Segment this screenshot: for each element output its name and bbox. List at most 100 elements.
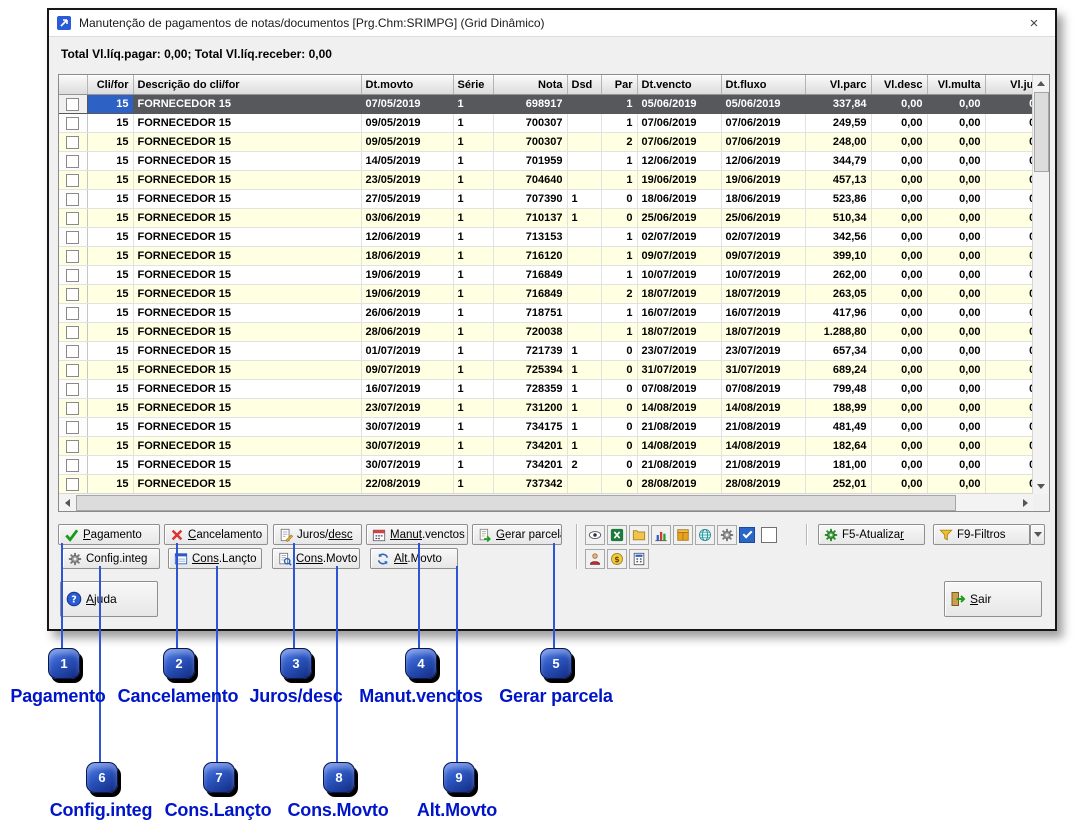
row-checkbox[interactable]: [66, 440, 79, 453]
cell-check[interactable]: [59, 152, 87, 171]
user-button[interactable]: [585, 549, 605, 569]
cell-vl_multa[interactable]: 0,00: [927, 361, 985, 380]
cell-par[interactable]: 1: [601, 266, 637, 285]
cell-dt_fluxo[interactable]: 16/07/2019: [721, 304, 805, 323]
cell-nota[interactable]: 728359: [493, 380, 567, 399]
cell-par[interactable]: 0: [601, 361, 637, 380]
cell-descricao_cli_for[interactable]: FORNECEDOR 15: [133, 456, 361, 475]
cell-vl_parc[interactable]: 252,01: [805, 475, 871, 494]
cell-check[interactable]: [59, 114, 87, 133]
cell-dt_fluxo[interactable]: 28/08/2019: [721, 475, 805, 494]
cons-movto-button[interactable]: Cons.Movto: [272, 548, 360, 569]
cell-vl_parc[interactable]: 263,05: [805, 285, 871, 304]
cell-vl_desc[interactable]: 0,00: [871, 266, 927, 285]
alt-movto-button[interactable]: Alt.Movto: [370, 548, 458, 569]
cell-vl_desc[interactable]: 0,00: [871, 171, 927, 190]
cell-par[interactable]: 0: [601, 342, 637, 361]
cell-dt_movto[interactable]: 19/06/2019: [361, 285, 453, 304]
cell-cli_for[interactable]: 15: [87, 285, 133, 304]
cell-vl_multa[interactable]: 0,00: [927, 342, 985, 361]
cell-dt_movto[interactable]: 12/06/2019: [361, 228, 453, 247]
juros-desc-button[interactable]: Juros/desc: [273, 524, 362, 545]
scroll-down-button[interactable]: [1033, 478, 1049, 494]
row-checkbox[interactable]: [66, 364, 79, 377]
sair-button[interactable]: Sair: [944, 581, 1042, 617]
cell-vl_multa[interactable]: 0,00: [927, 437, 985, 456]
grid-row[interactable]: 15FORNECEDOR 1530/07/201917342012021/08/…: [59, 456, 1050, 475]
cell-dt_movto[interactable]: 09/05/2019: [361, 133, 453, 152]
cell-dsd[interactable]: [567, 266, 601, 285]
column-header-dt_vencto[interactable]: Dt.vencto: [637, 75, 721, 95]
cell-dsd[interactable]: 2: [567, 456, 601, 475]
cell-check[interactable]: [59, 342, 87, 361]
cell-nota[interactable]: 716849: [493, 266, 567, 285]
cell-dt_fluxo[interactable]: 02/07/2019: [721, 228, 805, 247]
cell-check[interactable]: [59, 228, 87, 247]
row-checkbox[interactable]: [66, 193, 79, 206]
cell-dt_movto[interactable]: 19/06/2019: [361, 266, 453, 285]
cell-cli_for[interactable]: 15: [87, 171, 133, 190]
pagamento-button[interactable]: Pagamento: [58, 524, 160, 545]
cell-vl_desc[interactable]: 0,00: [871, 380, 927, 399]
cell-dt_fluxo[interactable]: 05/06/2019: [721, 95, 805, 114]
package-button[interactable]: [673, 525, 693, 545]
cell-dt_fluxo[interactable]: 10/07/2019: [721, 266, 805, 285]
cell-dt_vencto[interactable]: 19/06/2019: [637, 171, 721, 190]
grid-row[interactable]: 15FORNECEDOR 1523/07/201917312001014/08/…: [59, 399, 1050, 418]
cell-check[interactable]: [59, 133, 87, 152]
cell-nota[interactable]: 698917: [493, 95, 567, 114]
cell-dt_fluxo[interactable]: 21/08/2019: [721, 456, 805, 475]
cell-vl_desc[interactable]: 0,00: [871, 304, 927, 323]
cell-dt_vencto[interactable]: 18/07/2019: [637, 285, 721, 304]
cell-dsd[interactable]: 1: [567, 399, 601, 418]
cell-par[interactable]: 0: [601, 399, 637, 418]
cell-vl_parc[interactable]: 481,49: [805, 418, 871, 437]
cell-descricao_cli_for[interactable]: FORNECEDOR 15: [133, 114, 361, 133]
cell-par[interactable]: 1: [601, 228, 637, 247]
cell-check[interactable]: [59, 209, 87, 228]
cell-vl_desc[interactable]: 0,00: [871, 247, 927, 266]
cell-serie[interactable]: 1: [453, 152, 493, 171]
cell-cli_for[interactable]: 15: [87, 247, 133, 266]
cell-nota[interactable]: 731200: [493, 399, 567, 418]
cell-cli_for[interactable]: 15: [87, 152, 133, 171]
cell-dt_fluxo[interactable]: 18/07/2019: [721, 323, 805, 342]
cell-descricao_cli_for[interactable]: FORNECEDOR 15: [133, 380, 361, 399]
cell-vl_desc[interactable]: 0,00: [871, 361, 927, 380]
cell-vl_desc[interactable]: 0,00: [871, 114, 927, 133]
cell-descricao_cli_for[interactable]: FORNECEDOR 15: [133, 323, 361, 342]
cell-descricao_cli_for[interactable]: FORNECEDOR 15: [133, 285, 361, 304]
cell-par[interactable]: 1: [601, 114, 637, 133]
cell-check[interactable]: [59, 418, 87, 437]
cell-dt_vencto[interactable]: 07/06/2019: [637, 114, 721, 133]
cell-descricao_cli_for[interactable]: FORNECEDOR 15: [133, 209, 361, 228]
grid-row[interactable]: 15FORNECEDOR 1528/06/20191720038118/07/2…: [59, 323, 1050, 342]
cell-serie[interactable]: 1: [453, 133, 493, 152]
cell-vl_desc[interactable]: 0,00: [871, 285, 927, 304]
cell-dsd[interactable]: 1: [567, 361, 601, 380]
column-header-check[interactable]: [59, 75, 87, 95]
cell-cli_for[interactable]: 15: [87, 266, 133, 285]
cell-par[interactable]: 0: [601, 437, 637, 456]
column-header-vl_multa[interactable]: Vl.multa: [927, 75, 985, 95]
cell-vl_multa[interactable]: 0,00: [927, 95, 985, 114]
cell-vl_parc[interactable]: 262,00: [805, 266, 871, 285]
cell-vl_desc[interactable]: 0,00: [871, 152, 927, 171]
cell-nota[interactable]: 716849: [493, 285, 567, 304]
cell-par[interactable]: 1: [601, 304, 637, 323]
cell-par[interactable]: 1: [601, 323, 637, 342]
cell-vl_parc[interactable]: 1.288,80: [805, 323, 871, 342]
cell-nota[interactable]: 710137: [493, 209, 567, 228]
cell-dt_fluxo[interactable]: 14/08/2019: [721, 437, 805, 456]
cell-dt_vencto[interactable]: 07/06/2019: [637, 133, 721, 152]
scroll-right-button[interactable]: [1017, 494, 1033, 511]
cell-dt_fluxo[interactable]: 09/07/2019: [721, 247, 805, 266]
globe-button[interactable]: [695, 525, 715, 545]
column-header-cli_for[interactable]: Cli/for: [87, 75, 133, 95]
row-checkbox[interactable]: [66, 421, 79, 434]
cell-nota[interactable]: 704640: [493, 171, 567, 190]
horizontal-scrollbar[interactable]: [59, 493, 1033, 511]
cell-dt_fluxo[interactable]: 18/07/2019: [721, 285, 805, 304]
cell-serie[interactable]: 1: [453, 342, 493, 361]
cell-serie[interactable]: 1: [453, 171, 493, 190]
